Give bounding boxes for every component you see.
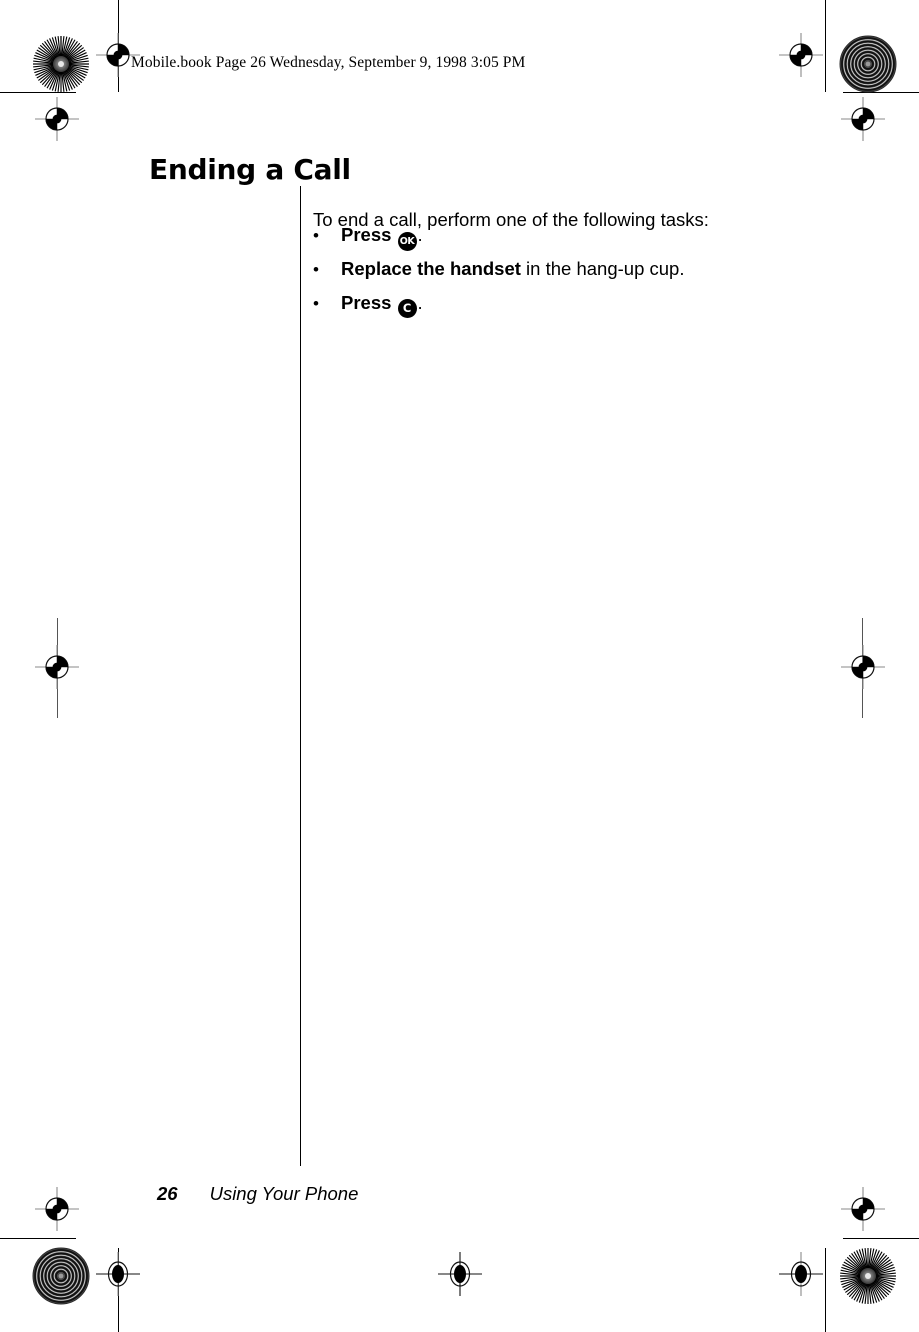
list-item-text: Press OK. <box>341 224 423 251</box>
concentric-density-patch <box>32 1247 90 1305</box>
registration-target-icon <box>34 1186 80 1232</box>
printer-proof-page: Mobile.book Page 26 Wednesday, September… <box>0 0 919 1332</box>
concentric-density-patch <box>839 35 897 93</box>
registration-target-icon <box>778 1251 824 1297</box>
bullet-marker: • <box>313 294 319 313</box>
registration-target-icon <box>840 644 886 690</box>
page-number: 26 <box>157 1183 178 1204</box>
crop-line-bottom-right-vertical <box>825 1248 826 1332</box>
crop-line-right-bottom-horizontal <box>843 1238 919 1239</box>
file-slug-line: Mobile.book Page 26 Wednesday, September… <box>131 54 526 71</box>
crop-line-left-top-horizontal <box>0 92 76 93</box>
crop-line-top-right-vertical <box>825 0 826 92</box>
list-item-trailing: . <box>417 292 423 313</box>
ok-key-icon: OK <box>397 232 417 251</box>
content-side-rule <box>300 186 301 1166</box>
registration-target-icon <box>437 1251 483 1297</box>
list-item: • Replace the handset in the hang-up cup… <box>313 258 873 292</box>
page-footer: 26 Using Your Phone <box>157 1183 358 1205</box>
list-item-emphasis: Replace the handset <box>341 258 521 279</box>
registration-target-icon <box>778 32 824 78</box>
list-item-trailing: . <box>417 224 423 245</box>
registration-target-icon <box>34 644 80 690</box>
list-item-emphasis: Press <box>341 292 392 313</box>
bullet-marker: • <box>313 260 319 279</box>
registration-target-icon <box>840 96 886 142</box>
list-item-text: Replace the handset in the hang-up cup. <box>341 258 684 280</box>
running-head: Using Your Phone <box>209 1183 359 1204</box>
registration-target-icon <box>34 96 80 142</box>
list-item: • Press OK. <box>313 224 873 258</box>
task-list: • Press OK. • Replace the handset in the… <box>313 224 873 326</box>
list-item-emphasis: Press <box>341 224 392 245</box>
crop-line-left-bottom-horizontal <box>0 1238 76 1239</box>
clear-key-icon: C <box>397 299 417 318</box>
list-item-rest: in the hang-up cup. <box>520 258 685 279</box>
starburst-density-patch <box>32 35 90 93</box>
list-item: • Press C. <box>313 292 873 326</box>
list-item-text: Press C. <box>341 292 423 318</box>
page-title: Ending a Call <box>149 152 351 186</box>
registration-target-icon <box>840 1186 886 1232</box>
bullet-marker: • <box>313 226 319 245</box>
registration-target-icon <box>95 1251 141 1297</box>
starburst-density-patch <box>839 1247 897 1305</box>
